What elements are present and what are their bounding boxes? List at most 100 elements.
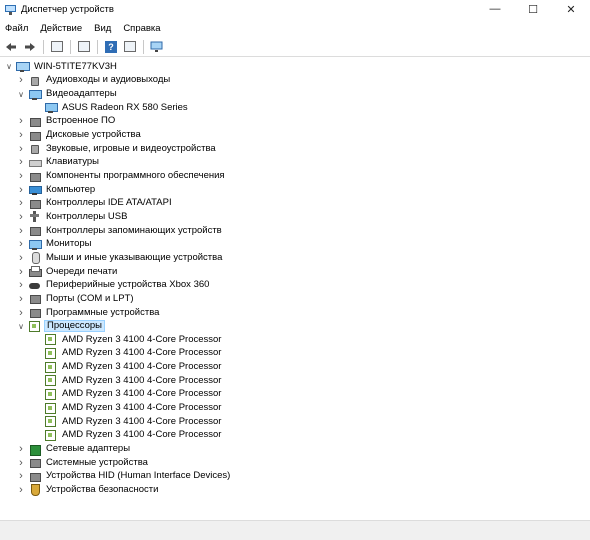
chevron-right-icon[interactable]: › [16,143,26,155]
chevron-right-icon[interactable]: › [16,225,26,237]
tree-device-row[interactable]: AMD Ryzen 3 4100 4-Core Processor [32,333,223,347]
toolbar-separator [70,39,71,54]
minimize-button[interactable]: — [476,0,514,18]
window-controls: — ☐ ✕ [476,0,590,18]
network-adapter-icon [29,444,41,456]
chevron-right-icon[interactable]: › [16,197,26,209]
tree-category-label: Компьютер [46,183,96,195]
firmware-icon [29,116,41,127]
tree-device-label: AMD Ryzen 3 4100 4-Core Processor [62,415,222,427]
tree-category-label: Встроенное ПО [46,115,116,127]
chevron-right-icon[interactable]: › [16,115,26,127]
tree-category-label: Периферийные устройства Xbox 360 [46,279,210,291]
show-hide-console-tree-icon[interactable] [49,39,65,55]
ide-controller-icon [29,198,41,209]
chevron-right-icon[interactable]: › [16,484,26,496]
tree-category-row[interactable]: › Аудиовходы и аудиовыходы [16,74,172,88]
chevron-right-icon[interactable]: › [16,74,26,86]
menu-view[interactable]: Вид [88,23,117,34]
processor-icon [45,402,56,414]
chevron-down-icon[interactable]: ∨ [16,321,26,331]
tree-category-label: Звуковые, игровые и видеоустройства [46,142,216,154]
chevron-right-icon[interactable]: › [16,293,26,305]
processor-icon [45,334,56,346]
tree-device-row[interactable]: AMD Ryzen 3 4100 4-Core Processor [32,415,223,429]
tree-category-row[interactable]: › Устройства безопасности [16,483,160,497]
chevron-right-icon[interactable]: › [16,279,26,291]
chevron-down-icon[interactable]: ∨ [16,89,26,99]
properties-icon[interactable] [76,39,92,55]
tree-category-row[interactable]: › Дисковые устройства [16,128,143,142]
tree-category-row[interactable]: › Контроллеры запоминающих устройств [16,224,224,238]
chevron-right-icon[interactable]: › [16,238,26,250]
processor-icon [45,347,56,359]
chevron-right-icon[interactable]: › [16,470,26,482]
chevron-right-icon[interactable]: › [16,211,26,223]
toolbar-separator [143,39,144,54]
chevron-down-icon[interactable]: ∨ [4,62,14,72]
chevron-right-icon[interactable]: › [16,266,26,278]
tree-category-row[interactable]: › Контроллеры IDE ATA/ATAPI [16,197,174,211]
tree-device-row[interactable]: AMD Ryzen 3 4100 4-Core Processor [32,429,223,443]
menu-help[interactable]: Справка [117,23,166,34]
tree-category-row[interactable]: › Компоненты программного обеспечения [16,169,227,183]
tree-device-label: AMD Ryzen 3 4100 4-Core Processor [62,333,222,345]
tree-category-row[interactable]: › Программные устройства [16,306,161,320]
tree-category-row[interactable]: ∨ Видеоадаптеры [16,87,119,101]
tree-category-row[interactable]: › Порты (COM и LPT) [16,292,136,306]
forward-arrow-icon[interactable] [22,39,38,55]
tree-category-row[interactable]: › Периферийные устройства Xbox 360 [16,278,211,292]
tree-root[interactable]: ∨ WIN-5TITE77KV3H [4,60,119,74]
help-icon[interactable]: ? [103,39,119,55]
chevron-right-icon[interactable]: › [16,457,26,469]
processor-icon [45,388,56,400]
mouse-icon [29,252,40,265]
tree-category-row[interactable]: › Сетевые адаптеры [16,442,132,456]
processor-icon [45,429,56,441]
show-panel-icon[interactable] [122,39,138,55]
tree-category-label: Компоненты программного обеспечения [46,170,225,181]
scan-hardware-icon[interactable] [149,39,165,55]
processor-icon [45,375,56,387]
tree-category-row[interactable]: › Звуковые, игровые и видеоустройства [16,142,218,156]
tree-category-row[interactable]: › Очереди печати [16,265,119,279]
tree-category-row[interactable]: ∨ Процессоры [16,319,106,333]
tree-category-row[interactable]: › Системные устройства [16,456,150,470]
close-button[interactable]: ✕ [552,0,590,18]
tree-category-row[interactable]: › Компьютер [16,183,97,197]
tree-category-label: Аудиовходы и аудиовыходы [46,74,171,86]
menu-file[interactable]: Файл [0,23,34,34]
toolbar: ? [0,37,590,57]
back-arrow-icon[interactable] [3,39,19,55]
menu-action[interactable]: Действие [34,23,88,34]
tree-category-label: Устройства безопасности [46,483,159,495]
tree-category-row[interactable]: › Клавиатуры [16,156,101,170]
chevron-right-icon[interactable]: › [16,170,26,182]
monitor-icon [29,239,42,250]
tree-device-row[interactable]: AMD Ryzen 3 4100 4-Core Processor [32,374,223,388]
printer-icon [29,266,42,278]
gamepad-icon [29,280,40,291]
maximize-button[interactable]: ☐ [514,0,552,18]
speaker-icon [29,143,40,155]
chevron-right-icon[interactable]: › [16,307,26,319]
speaker-icon [29,75,40,86]
chevron-right-icon[interactable]: › [16,443,26,455]
tree-device-label: ASUS Radeon RX 580 Series [62,101,188,113]
chevron-right-icon[interactable]: › [16,184,26,196]
chevron-right-icon[interactable]: › [16,252,26,264]
tree-device-row[interactable]: AMD Ryzen 3 4100 4-Core Processor [32,347,223,361]
tree-device-row[interactable]: AMD Ryzen 3 4100 4-Core Processor [32,360,223,374]
tree-category-row[interactable]: › Устройства HID (Human Interface Devices… [16,470,232,484]
software-component-icon [29,171,41,182]
tree-device-row[interactable]: ASUS Radeon RX 580 Series [32,101,190,115]
chevron-right-icon[interactable]: › [16,129,26,141]
tree-category-row[interactable]: › Встроенное ПО [16,115,117,129]
tree-device-row[interactable]: AMD Ryzen 3 4100 4-Core Processor [32,388,223,402]
tree-category-row[interactable]: › Контроллеры USB [16,210,129,224]
toolbar-separator [97,39,98,54]
tree-category-row[interactable]: › Мыши и иные указывающие устройства [16,251,224,265]
chevron-right-icon[interactable]: › [16,156,26,168]
tree-device-row[interactable]: AMD Ryzen 3 4100 4-Core Processor [32,401,223,415]
tree-category-row[interactable]: › Мониторы [16,237,94,251]
